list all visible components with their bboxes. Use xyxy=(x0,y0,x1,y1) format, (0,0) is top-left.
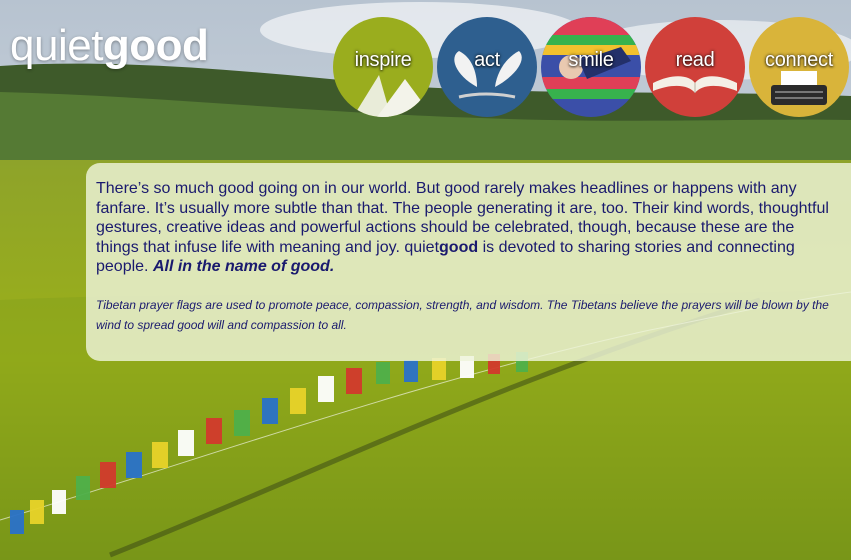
nav-read[interactable]: read xyxy=(645,17,745,117)
intro-text: There’s so much good going on in our wor… xyxy=(96,179,841,277)
nav-inspire-label: inspire xyxy=(354,49,412,71)
nav-smile-label: smile xyxy=(568,49,614,71)
nav-inspire[interactable]: inspire xyxy=(333,17,433,117)
site-logo[interactable]: quietgood xyxy=(10,20,209,72)
nav-act-label: act xyxy=(474,49,500,71)
nav-read-label: read xyxy=(675,49,715,71)
nav-connect-label: connect xyxy=(765,49,833,71)
nav-smile[interactable]: smile xyxy=(541,17,641,117)
logo-part-quiet: quiet xyxy=(10,21,103,70)
nav-connect[interactable]: connect xyxy=(749,17,849,117)
main-nav: inspire act smile read connect xyxy=(333,17,851,121)
intro-brand-bold: good xyxy=(439,238,479,256)
nav-act[interactable]: act xyxy=(437,17,537,117)
logo-part-good: good xyxy=(102,21,209,70)
intro-tagline: All in the name of good. xyxy=(152,258,335,275)
photo-caption: Tibetan prayer flags are used to promote… xyxy=(96,297,829,332)
intro-panel: There’s so much good going on in our wor… xyxy=(86,163,851,361)
